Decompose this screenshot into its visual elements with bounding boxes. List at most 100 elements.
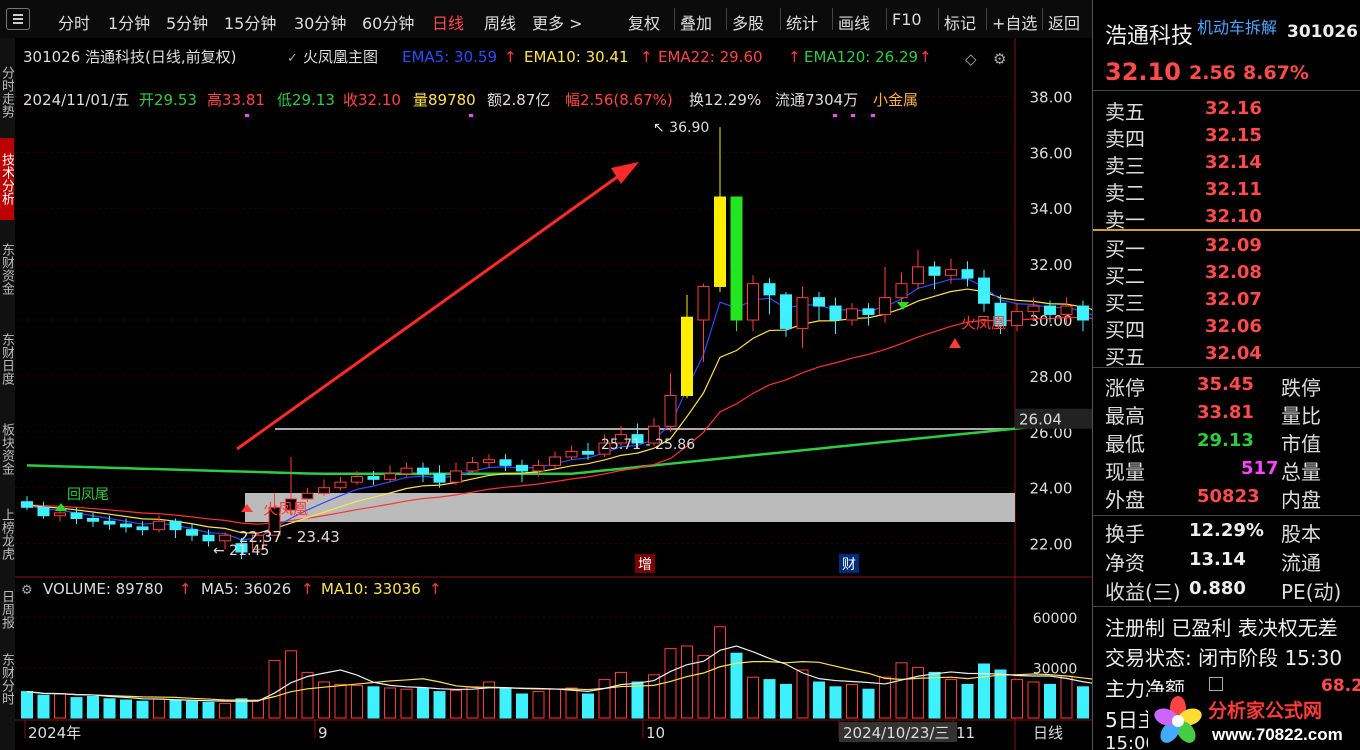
period-tab-6[interactable]: 日线 (432, 10, 464, 34)
period-tab-5[interactable]: 60分钟 (362, 10, 414, 34)
toolbar-action-4[interactable]: 画线 (838, 10, 870, 34)
menu-icon[interactable] (6, 8, 30, 30)
price-tick-label: 38.00 (1030, 88, 1073, 106)
x-axis-label: 10 (646, 724, 665, 742)
bid-level-label: 买二 (1105, 264, 1145, 288)
period-tab-8[interactable]: 更多 > (532, 10, 583, 34)
info-low: 低29.13 (277, 91, 335, 109)
volume-bar (219, 703, 231, 719)
left-tab-4[interactable]: 板块资金 (0, 408, 14, 490)
stat-value: 517 (1241, 458, 1279, 479)
ema22-label: EMA22: 29.60 (658, 48, 763, 66)
toolbar-action-7[interactable]: +自选 (992, 10, 1037, 34)
left-tab-7[interactable]: 东财分时 (0, 648, 14, 710)
fundamental-label-right: PE(动) (1281, 580, 1342, 604)
kline-chart[interactable]: 38.0036.0034.0032.0030.0028.0026.0024.00… (15, 38, 1092, 750)
ask-price: 32.11 (1205, 179, 1262, 200)
bid-price: 32.07 (1205, 289, 1262, 310)
volume-bar (895, 662, 908, 719)
bid-level-label: 买一 (1105, 237, 1145, 261)
left-tab-6[interactable]: 日周报 (0, 578, 14, 640)
price-tick-label: 24.00 (1030, 480, 1073, 498)
signal-dot (833, 114, 837, 117)
fundamental-value: 13.14 (1189, 549, 1246, 570)
candle-body (70, 512, 83, 519)
fundamental-label: 收益(三) (1105, 580, 1181, 604)
event-badge-finance: 财 (842, 557, 856, 573)
period-tab-4[interactable]: 30分钟 (294, 10, 346, 34)
left-tab-0[interactable]: 分时走势 (0, 52, 14, 132)
volume-bar (1011, 679, 1023, 719)
detail-icon[interactable] (1209, 677, 1223, 691)
volume-bar (417, 687, 429, 719)
period-tab-2[interactable]: 5分钟 (166, 10, 208, 34)
period-tab-0[interactable]: 分时 (58, 10, 90, 34)
volume-ma10-label: MA10: 33036 (321, 580, 421, 598)
volume-bar (351, 685, 363, 719)
candle-body (120, 523, 132, 528)
period-tab-1[interactable]: 1分钟 (108, 10, 150, 34)
candle-body (961, 269, 974, 279)
last-price: 32.10 (1105, 58, 1181, 86)
candle-body (367, 476, 380, 480)
toolbar-action-3[interactable]: 统计 (786, 10, 818, 34)
toolbar-action-6[interactable]: 标记 (944, 10, 976, 34)
band-high-label: 25.71 - 25.86 (601, 437, 695, 453)
candle-body (516, 464, 528, 472)
volume-bar (384, 687, 396, 719)
candle-body (532, 464, 545, 472)
bid-price: 32.04 (1205, 343, 1262, 364)
volume-settings-icon: ⚙ (21, 583, 33, 598)
candle-body (466, 462, 479, 472)
volume-bar (70, 697, 83, 719)
stat-label-right: 内盘 (1281, 488, 1321, 512)
stat-label-right: 跌停 (1281, 376, 1321, 400)
left-side-tabs: 分时走势技术分析东财资金东财日度板块资金上榜龙虎日周报东财分时 (0, 38, 16, 750)
candle-body (136, 526, 149, 531)
trade-status: 交易状态: 闭市阶段 15:30 (1105, 646, 1343, 670)
price-change: 2.56 (1189, 62, 1236, 84)
band-low-label: 22.37 - 23.43 (239, 528, 340, 546)
left-tab-2[interactable]: 东财资金 (0, 228, 14, 310)
up-arrow-icon: ↑ (301, 580, 314, 598)
indicator-dropdown-icon: ✓ (287, 51, 298, 66)
toolbar-action-8[interactable]: 返回 (1048, 10, 1080, 34)
settings-icon: ⚙ (993, 50, 1006, 68)
volume-bar (1077, 686, 1089, 719)
candle-body (433, 473, 446, 483)
toolbar-action-0[interactable]: 复权 (628, 10, 660, 34)
toolbar-action-5[interactable]: F10 (892, 10, 922, 29)
toolbar-separator (1042, 8, 1043, 30)
candle-body (945, 269, 957, 276)
volume-bar (334, 683, 347, 719)
stat-label-right: 市值 (1281, 432, 1321, 456)
volume-bar (598, 679, 611, 719)
volume-bar (37, 694, 50, 719)
period-tab-7[interactable]: 周线 (484, 10, 516, 34)
volume-bar (202, 701, 215, 719)
candle-body (37, 506, 50, 517)
left-tab-5[interactable]: 上榜龙虎 (0, 498, 14, 570)
info-tag: 小金属 (873, 91, 918, 109)
volume-bar (994, 669, 1007, 719)
candle-body (829, 305, 842, 321)
logo-url: www.70822.com (1211, 725, 1343, 744)
info-high: 高33.81 (207, 91, 265, 109)
volume-bar (87, 695, 99, 719)
left-tab-1[interactable]: 技术分析 (0, 138, 14, 220)
period-tab-3[interactable]: 15分钟 (224, 10, 276, 34)
candle-body (202, 534, 215, 542)
volume-bar (103, 698, 116, 719)
candle-body (54, 512, 66, 517)
ask-level-label: 卖二 (1105, 181, 1145, 205)
stat-label: 最高 (1105, 404, 1145, 428)
toolbar-separator (674, 8, 675, 30)
toolbar-action-2[interactable]: 多股 (732, 10, 764, 34)
left-tab-3[interactable]: 东财日度 (0, 318, 14, 400)
candle-body (928, 266, 941, 276)
news-headline[interactable]: 机动车拆解 (1197, 14, 1277, 38)
volume-bar (681, 645, 693, 719)
toolbar-separator (726, 8, 727, 30)
candle-body (714, 196, 726, 287)
toolbar-action-1[interactable]: 叠加 (680, 10, 712, 34)
